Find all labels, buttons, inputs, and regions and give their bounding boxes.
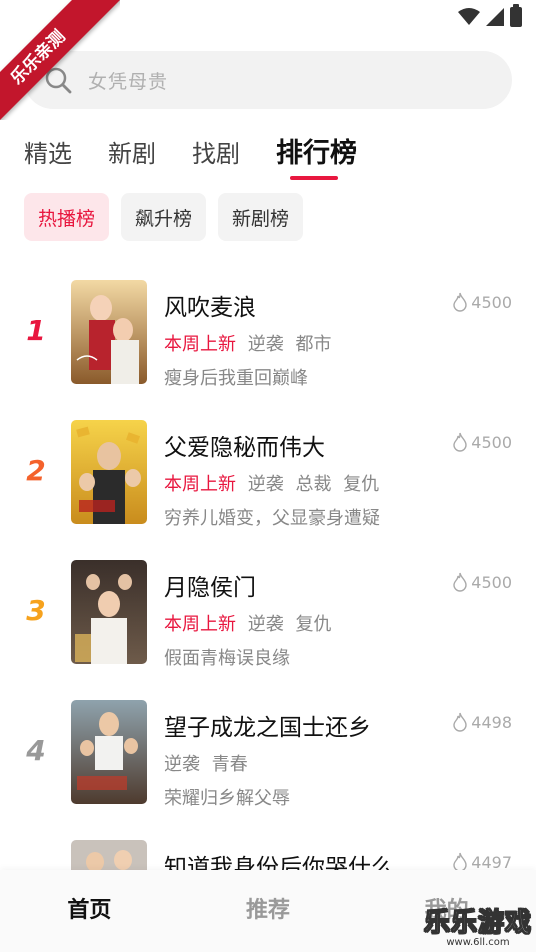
new-this-week-badge: 本周上新 — [164, 614, 236, 635]
nav-home[interactable]: 首页 — [0, 870, 179, 952]
rank-number: 4 — [26, 734, 46, 767]
genre-tag: 逆袭 — [247, 334, 284, 355]
heat-value: 4498 — [471, 712, 512, 732]
heat-count: 4500 — [452, 292, 512, 312]
drama-title: 望子成龙之国士还乡 — [164, 715, 371, 741]
watermark-text: 乐乐游戏 — [423, 908, 532, 939]
tab-ranking[interactable]: 排行榜 — [276, 134, 357, 180]
top-tabs: 精选 新剧 找剧 排行榜 — [24, 134, 393, 180]
tab-find-drama[interactable]: 找剧 — [192, 134, 240, 174]
tab-new-drama[interactable]: 新剧 — [108, 134, 156, 174]
heat-count: 4500 — [452, 572, 512, 592]
genre-tag: 青春 — [211, 754, 248, 775]
drama-title: 月隐侯门 — [164, 575, 256, 601]
genre-tag: 逆袭 — [247, 474, 284, 495]
drama-tags: 本周上新 逆袭 总裁 复仇 — [164, 470, 385, 496]
flame-icon — [453, 432, 467, 452]
wifi-icon — [458, 8, 480, 25]
watermark-ribbon-text: 乐乐亲测 — [7, 26, 70, 89]
rank-number: 2 — [26, 454, 46, 487]
list-item[interactable]: 1 风吹麦浪 本周上新 逆袭 都市 瘦身后我重回巅峰 4500 — [0, 280, 536, 420]
heat-count: 4500 — [452, 432, 512, 452]
list-item[interactable]: 4 望子成龙之国士还乡 逆袭 青春 荣耀归乡解父辱 4498 — [0, 700, 536, 840]
nav-recommend[interactable]: 推荐 — [179, 870, 358, 952]
ranking-filter-chips: 热播榜 飙升榜 新剧榜 — [24, 193, 315, 241]
heat-value: 4497 — [471, 852, 512, 872]
new-this-week-badge: 本周上新 — [164, 474, 236, 495]
drama-description: 假面青梅误良缘 — [164, 648, 290, 669]
drama-tags: 本周上新 逆袭 都市 — [164, 330, 337, 356]
battery-icon — [510, 4, 522, 27]
heat-count: 4497 — [452, 852, 512, 872]
poster-image — [71, 560, 147, 664]
drama-tags: 本周上新 逆袭 复仇 — [164, 610, 337, 636]
list-item[interactable]: 3 月隐侯门 本周上新 逆袭 复仇 假面青梅误良缘 4500 — [0, 560, 536, 700]
heat-value: 4500 — [471, 432, 512, 452]
new-this-week-badge: 本周上新 — [164, 334, 236, 355]
flame-icon — [453, 572, 467, 592]
poster-image — [71, 280, 147, 384]
genre-tag: 总裁 — [295, 474, 332, 495]
genre-tag: 复仇 — [343, 474, 380, 495]
status-icons — [458, 4, 522, 27]
rank-number: 1 — [26, 314, 46, 347]
flame-icon — [453, 712, 467, 732]
drama-title: 父爱隐秘而伟大 — [164, 435, 325, 461]
drama-description: 穷养儿婚变，父显豪身遭疑 — [164, 508, 380, 529]
heat-count: 4498 — [452, 712, 512, 732]
poster-image — [71, 700, 147, 804]
genre-tag: 都市 — [295, 334, 332, 355]
poster-image — [71, 420, 147, 524]
chip-new[interactable]: 新剧榜 — [218, 193, 304, 241]
chip-hot[interactable]: 热播榜 — [24, 193, 110, 241]
flame-icon — [453, 292, 467, 312]
list-item[interactable]: 2 父爱隐秘而伟大 本周上新 逆袭 总裁 复仇 穷养儿婚变，父显豪身遭疑 450… — [0, 420, 536, 560]
heat-value: 4500 — [471, 572, 512, 592]
genre-tag: 逆袭 — [164, 754, 200, 775]
genre-tag: 复仇 — [295, 614, 332, 635]
genre-tag: 逆袭 — [247, 614, 284, 635]
drama-description: 瘦身后我重回巅峰 — [164, 368, 308, 389]
corner-watermark: 乐乐游戏 www.6ll.com — [423, 902, 532, 949]
signal-icon — [486, 8, 504, 26]
watermark-ribbon: 乐乐亲测 — [0, 0, 120, 120]
rank-number: 3 — [26, 594, 46, 627]
tab-featured[interactable]: 精选 — [24, 134, 72, 174]
chip-rising[interactable]: 飙升榜 — [121, 193, 207, 241]
ranking-list: 1 风吹麦浪 本周上新 逆袭 都市 瘦身后我重回巅峰 4500 2 父爱隐秘而伟… — [0, 280, 536, 952]
drama-title: 风吹麦浪 — [164, 295, 256, 321]
drama-description: 荣耀归乡解父辱 — [164, 788, 290, 809]
heat-value: 4500 — [471, 292, 512, 312]
drama-tags: 逆袭 青春 — [164, 750, 254, 776]
flame-icon — [453, 852, 467, 872]
